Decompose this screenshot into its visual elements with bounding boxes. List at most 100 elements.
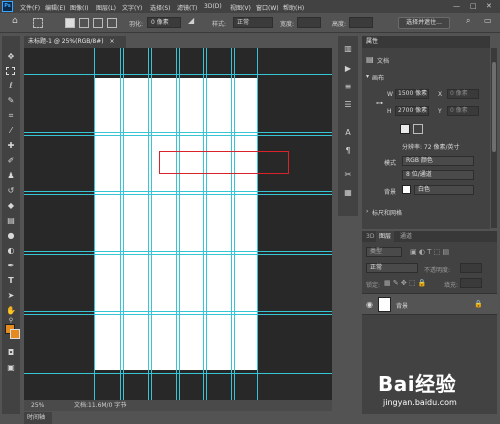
guide-vertical[interactable]	[94, 48, 95, 400]
marquee-tool-preset-icon[interactable]	[33, 18, 43, 28]
new-selection-icon[interactable]	[65, 18, 75, 28]
subtract-selection-icon[interactable]	[93, 18, 103, 28]
menu-help[interactable]: 帮助(H)	[283, 3, 304, 12]
eraser-tool-icon[interactable]: ◆	[6, 201, 16, 211]
quick-select-tool-icon[interactable]: ✎	[6, 96, 16, 106]
history-brush-icon[interactable]: ↺	[6, 186, 16, 196]
menu-edit[interactable]: 编辑(E)	[45, 3, 65, 12]
lasso-tool-icon[interactable]: ℓ	[6, 81, 16, 91]
guide-horizontal[interactable]	[24, 373, 332, 374]
fill-input[interactable]	[460, 278, 482, 288]
eye-icon[interactable]: ◉	[366, 300, 373, 309]
select-and-mask-button[interactable]: 选择并遮住...	[398, 17, 450, 29]
guide-vertical[interactable]	[148, 48, 149, 400]
gradient-tool-icon[interactable]: ▤	[6, 216, 16, 226]
menu-type[interactable]: 文字(Y)	[122, 3, 142, 12]
path-select-tool-icon[interactable]: ➤	[6, 291, 16, 301]
guide-vertical[interactable]	[120, 48, 121, 400]
close-tab-icon[interactable]: ×	[110, 38, 115, 45]
document-tab[interactable]: 未标题-1 @ 25%(RGB/8#) ×	[24, 36, 126, 48]
guide-vertical[interactable]	[151, 48, 152, 400]
guide-vertical[interactable]	[234, 48, 235, 400]
collapse-canvas-icon[interactable]: ▾	[366, 73, 369, 80]
crop-tool-icon[interactable]: ⌗	[6, 111, 16, 121]
canvas-y-field[interactable]: 0 像素	[447, 106, 479, 116]
home-icon[interactable]: ⌂	[12, 16, 18, 26]
link-icon[interactable]: ⊶	[376, 99, 383, 107]
tab-channels[interactable]: 通道	[397, 231, 415, 242]
layer-row-background[interactable]: ◉ 背景 🔒	[362, 293, 497, 315]
timeline-tab[interactable]: 时间轴	[24, 412, 52, 424]
scroll-thumb[interactable]	[492, 62, 496, 152]
workspace-icon[interactable]: ▭	[484, 16, 492, 25]
rulers-grid-section-title[interactable]: 标尺和网格	[372, 208, 402, 217]
menu-layer[interactable]: 图层(L)	[96, 3, 116, 12]
pen-tool-icon[interactable]: ✒	[6, 261, 16, 271]
adjustments-panel-icon[interactable]: ≡	[343, 82, 353, 92]
menu-3d[interactable]: 3D(D)	[204, 3, 222, 10]
maximize-icon[interactable]: □	[470, 2, 477, 10]
guide-vertical[interactable]	[257, 48, 258, 400]
type-tool-icon[interactable]: T	[6, 276, 16, 286]
blur-tool-icon[interactable]: ●	[6, 231, 16, 241]
zoom-level[interactable]: 25%	[31, 400, 44, 411]
paragraph-panel-icon[interactable]: ¶	[343, 146, 353, 156]
background-color-chip[interactable]	[402, 185, 411, 194]
swatches-panel-icon[interactable]: ▦	[343, 188, 353, 198]
history-panel-icon[interactable]: ▥	[343, 44, 353, 54]
guide-vertical[interactable]	[231, 48, 232, 400]
style-select[interactable]: 正常	[233, 17, 273, 28]
hand-tool-icon[interactable]: ✋	[6, 306, 16, 316]
status-arrow-icon[interactable]: ›	[124, 400, 127, 411]
character-panel-icon[interactable]: A	[343, 128, 353, 138]
expand-rulers-icon[interactable]: ›	[366, 208, 368, 215]
background-color-swatch[interactable]	[10, 329, 20, 339]
menu-window[interactable]: 窗口(W)	[256, 3, 279, 12]
eyedropper-tool-icon[interactable]: ⁄	[6, 126, 16, 136]
layer-filter-select[interactable]: 类型	[366, 247, 402, 257]
actions-panel-icon[interactable]: ▶	[343, 64, 353, 74]
brush-tool-icon[interactable]: ✐	[6, 156, 16, 166]
canvas-height-field[interactable]: 2700 像素	[395, 106, 429, 116]
feather-input[interactable]: 0 像素	[147, 17, 181, 28]
stamp-tool-icon[interactable]: ♟	[6, 171, 16, 181]
tab-layers[interactable]: 图层	[376, 231, 395, 242]
layer-name[interactable]: 背景	[396, 301, 408, 310]
dodge-tool-icon[interactable]: ◐	[6, 246, 16, 256]
intersect-selection-icon[interactable]	[107, 18, 117, 28]
screen-mode-icon[interactable]: ▣	[6, 363, 16, 373]
guide-vertical[interactable]	[203, 48, 204, 400]
portrait-orientation-icon[interactable]	[400, 124, 410, 134]
antialias-icon[interactable]: ◢	[188, 16, 194, 25]
libraries-panel-icon[interactable]: ☰	[343, 100, 353, 110]
blend-mode-select[interactable]: 正常	[366, 263, 418, 273]
close-icon[interactable]: ✕	[486, 2, 492, 10]
marquee-tool-icon[interactable]	[6, 67, 15, 75]
menu-select[interactable]: 选择(S)	[150, 3, 171, 12]
height-input[interactable]	[349, 17, 373, 28]
healing-brush-icon[interactable]: ✚	[6, 141, 16, 151]
menu-image[interactable]: 图像(I)	[70, 3, 88, 12]
menu-file[interactable]: 文件(F)	[20, 3, 40, 12]
canvas-x-field[interactable]: 0 像素	[447, 89, 479, 99]
opacity-input[interactable]	[460, 263, 482, 273]
search-icon[interactable]: ⌕	[466, 16, 470, 26]
canvas-section-title[interactable]: 画布	[372, 73, 384, 82]
guide-vertical[interactable]	[176, 48, 177, 400]
guide-vertical[interactable]	[123, 48, 124, 400]
guide-vertical[interactable]	[179, 48, 180, 400]
add-selection-icon[interactable]	[79, 18, 89, 28]
minimize-icon[interactable]: —	[453, 2, 460, 10]
background-select[interactable]: 白色	[414, 185, 474, 195]
properties-tab[interactable]: 属性	[362, 36, 490, 48]
menu-filter[interactable]: 滤镜(T)	[177, 3, 197, 12]
guide-horizontal[interactable]	[24, 74, 332, 75]
guide-vertical[interactable]	[206, 48, 207, 400]
quick-mask-icon[interactable]: ◘	[6, 348, 16, 358]
color-mode-select[interactable]: RGB 颜色	[402, 156, 474, 166]
canvas-width-field[interactable]: 1500 像素	[395, 89, 429, 99]
properties-scrollbar[interactable]	[491, 48, 497, 228]
menu-view[interactable]: 视图(V)	[230, 3, 251, 12]
lock-icons[interactable]: ▦ ✎ ✥ ⬚ 🔒	[384, 279, 427, 287]
canvas-area[interactable]	[24, 48, 332, 400]
